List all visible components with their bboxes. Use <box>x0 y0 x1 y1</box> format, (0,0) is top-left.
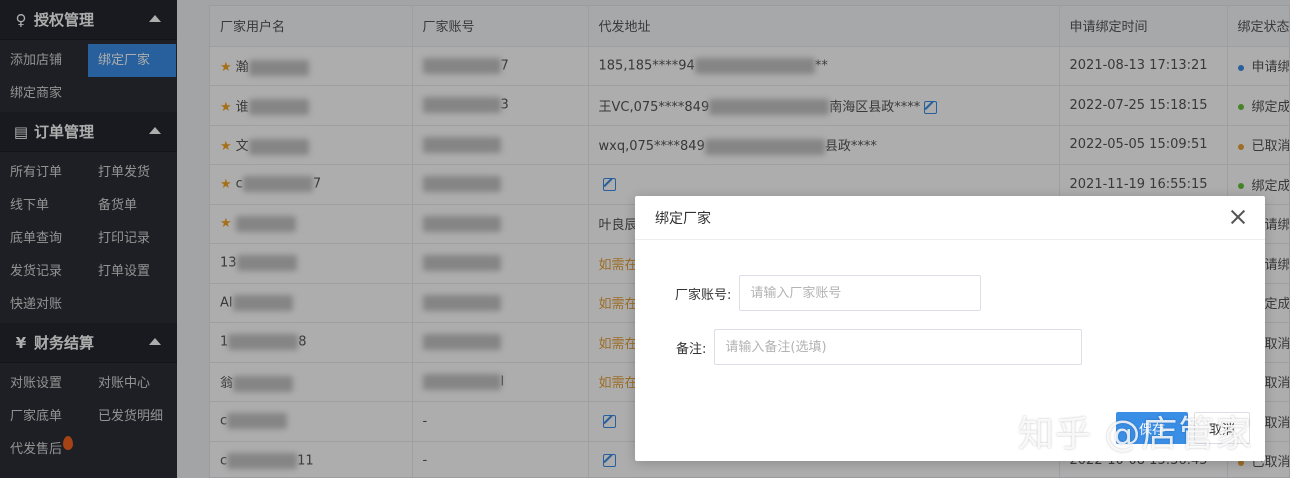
remark-label: 备注: <box>676 341 707 357</box>
watermark: 知乎 @店管家 <box>1018 414 1253 455</box>
remark-input[interactable] <box>714 329 1083 365</box>
factory-account-input[interactable] <box>739 275 982 311</box>
dialog-header: 绑定厂家 <box>635 196 1265 240</box>
dialog-title: 绑定厂家 <box>655 210 711 227</box>
account-label: 厂家账号: <box>675 287 732 303</box>
close-icon[interactable] <box>1229 208 1247 226</box>
account-row: 厂家账号: <box>675 275 982 311</box>
remark-row: 备注: <box>676 329 1083 365</box>
